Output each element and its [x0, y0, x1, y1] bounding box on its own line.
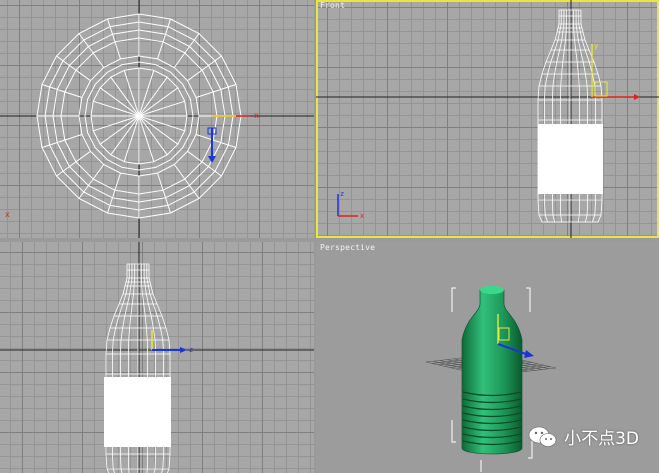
- bottle-label: [538, 124, 603, 194]
- svg-text:z: z: [340, 190, 344, 198]
- viewport-perspective[interactable]: Perspective 小不点3D: [316, 242, 659, 473]
- left-view-wireframe: z y: [0, 242, 314, 473]
- bottle-label: [104, 377, 171, 447]
- viewport-top[interactable]: x x: [0, 0, 314, 238]
- viewport-front[interactable]: Front y z x: [316, 0, 659, 238]
- front-view-wireframe: y z x: [316, 0, 659, 238]
- svg-text:z: z: [189, 346, 193, 354]
- transform-gizmo[interactable]: y: [591, 42, 640, 100]
- transform-gizmo[interactable]: x: [207, 111, 259, 163]
- top-view-wireframe: x x: [0, 0, 314, 238]
- wechat-icon: [528, 426, 557, 447]
- bottle-shaded-model[interactable]: [461, 286, 523, 455]
- svg-text:x: x: [360, 212, 364, 220]
- svg-text:y: y: [594, 42, 598, 50]
- watermark: 小不点3D: [528, 424, 639, 449]
- watermark-text: 小不点3D: [564, 429, 639, 449]
- svg-text:x: x: [254, 111, 259, 120]
- axis-tripod: z x: [337, 190, 364, 220]
- viewport-left[interactable]: z y: [0, 242, 314, 473]
- axis-tripod: x: [5, 210, 10, 219]
